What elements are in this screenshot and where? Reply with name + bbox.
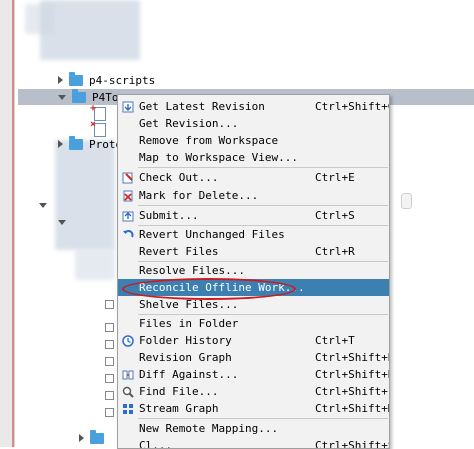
menu-item-resolve-files[interactable]: Resolve Files... (118, 262, 389, 279)
menu-item-label: Resolve Files... (139, 264, 245, 277)
menu-separator (138, 167, 388, 168)
folder-icon (69, 135, 83, 150)
menu-item-revert-files[interactable]: Revert Files Ctrl+R (118, 243, 389, 260)
menu-item-get-revision[interactable]: Get Revision... (118, 115, 389, 132)
menu-item-stream-graph[interactable]: Stream Graph Ctrl+Shift+M (118, 400, 389, 417)
menu-item-files-in-folder[interactable]: Files in Folder (118, 315, 389, 332)
folder-icon (90, 429, 104, 444)
menu-item-shelve-files[interactable]: Shelve Files... (118, 296, 389, 313)
menu-item-partial[interactable]: Cl... Ctrl+Shift+S (118, 437, 390, 449)
submit-icon (121, 209, 134, 222)
menu-item-shortcut: Ctrl+Shift+D (315, 368, 390, 381)
context-menu: Get Latest Revision Ctrl+Shift+G Get Rev… (117, 94, 390, 449)
menu-item-label: New Remote Mapping... (139, 422, 279, 435)
tree-item-collapsed[interactable] (39, 197, 53, 213)
menu-item-label: Shelve Files... (139, 298, 239, 311)
redacted-area (75, 250, 115, 280)
menu-item-mark-for-delete[interactable]: Mark for Delete... (118, 187, 389, 204)
menu-item-label: Mark for Delete... (139, 189, 259, 202)
tree-item-marker (105, 300, 114, 309)
get-latest-icon (121, 100, 134, 113)
tree-item-marker (105, 391, 114, 400)
expand-arrow-icon[interactable] (79, 434, 84, 442)
menu-item-label: Find File... (139, 385, 219, 398)
history-icon (121, 334, 134, 347)
menu-item-check-out[interactable]: Check Out... Ctrl+E (118, 169, 389, 186)
menu-item-label: Remove from Workspace (139, 134, 279, 147)
menu-item-label: Check Out... (139, 171, 219, 184)
redacted-area (40, 0, 140, 60)
redacted-area (55, 140, 115, 250)
menu-item-folder-history[interactable]: Folder History Ctrl+T (118, 332, 389, 349)
tree-item-marker (105, 357, 114, 366)
menu-separator (138, 205, 388, 206)
menu-item-label: Revert Unchanged Files (139, 228, 285, 241)
menu-item-shortcut: Ctrl+T (315, 334, 355, 347)
menu-item-diff-against[interactable]: Diff Against... Ctrl+Shift+D (118, 366, 389, 383)
left-panel-border (0, 0, 15, 447)
collapse-arrow-icon[interactable] (39, 202, 47, 208)
menu-item-shortcut: Ctrl+Shift+S (315, 439, 390, 449)
revert-icon (121, 228, 134, 241)
stream-graph-icon (121, 402, 134, 415)
tree-item-folder-bottom[interactable] (79, 429, 110, 446)
menu-item-shortcut: Ctrl+E (315, 171, 355, 184)
menu-item-reconcile-offline-work[interactable]: Reconcile Offline Work... (118, 279, 389, 296)
menu-item-label: Submit... (139, 209, 199, 222)
menu-item-remove-from-workspace[interactable]: Remove from Workspace (118, 132, 389, 149)
collapse-arrow-icon[interactable] (58, 219, 66, 225)
menu-item-shortcut: Ctrl+Shift+G (315, 100, 390, 113)
check-out-icon (121, 171, 134, 184)
menu-item-label: Get Latest Revision (139, 100, 265, 113)
menu-item-shortcut: Ctrl+Shift+M (315, 402, 390, 415)
expand-arrow-icon[interactable] (58, 76, 63, 84)
menu-item-shortcut: Ctrl+S (315, 209, 355, 222)
tree-item-collapsed[interactable] (58, 214, 72, 230)
menu-item-label: Get Revision... (139, 117, 239, 130)
menu-separator (138, 418, 388, 419)
expand-arrow-icon[interactable] (58, 140, 63, 148)
menu-item-label: Map to Workspace View... (139, 151, 298, 164)
tree-item-label: p4-scripts (89, 73, 156, 87)
collapse-arrow-icon[interactable] (58, 94, 66, 100)
tree-item-file[interactable]: + (90, 104, 112, 122)
tree-item-proto[interactable]: Proto (58, 135, 122, 152)
menu-item-label: Revert Files (139, 245, 219, 258)
menu-item-label: Folder History (139, 334, 232, 347)
find-icon (121, 385, 134, 398)
menu-item-submit[interactable]: Submit... Ctrl+S (118, 207, 389, 224)
menu-item-label: Cl... (139, 439, 173, 449)
menu-item-revision-graph[interactable]: Revision Graph Ctrl+Shift+R (118, 349, 389, 366)
menu-item-label: Revision Graph (139, 351, 232, 364)
menu-item-find-file[interactable]: Find File... Ctrl+Shift+F (118, 383, 389, 400)
menu-item-shortcut: Ctrl+R (315, 245, 355, 258)
menu-item-map-to-workspace-view[interactable]: Map to Workspace View... (118, 149, 389, 166)
folder-icon (69, 71, 83, 86)
diff-icon (121, 368, 134, 381)
tree-item-marker (105, 340, 114, 349)
menu-item-label: Diff Against... (139, 368, 239, 381)
tree-item-marker (105, 323, 114, 332)
menu-item-get-latest-revision[interactable]: Get Latest Revision Ctrl+Shift+G (118, 98, 389, 115)
folder-icon (72, 88, 86, 103)
menu-item-label: Reconcile Offline Work... (139, 281, 305, 294)
delete-icon (121, 189, 134, 202)
file-delete-icon: × (90, 120, 106, 137)
menu-item-shortcut: Ctrl+Shift+F (315, 385, 390, 398)
menu-item-label: Files in Folder (139, 317, 239, 330)
scrollbar-thumb[interactable] (401, 193, 412, 209)
redacted-area (25, 4, 55, 34)
tree-item-p4-scripts[interactable]: p4-scripts (58, 71, 156, 88)
tree-item-marker (105, 374, 114, 383)
menu-item-label: Stream Graph (139, 402, 219, 415)
tree-item-marker (105, 408, 114, 417)
menu-item-new-remote-mapping[interactable]: New Remote Mapping... (118, 420, 389, 437)
menu-item-revert-unchanged-files[interactable]: Revert Unchanged Files (118, 226, 389, 243)
menu-item-shortcut: Ctrl+Shift+R (315, 351, 390, 364)
left-border-accent (12, 0, 14, 447)
